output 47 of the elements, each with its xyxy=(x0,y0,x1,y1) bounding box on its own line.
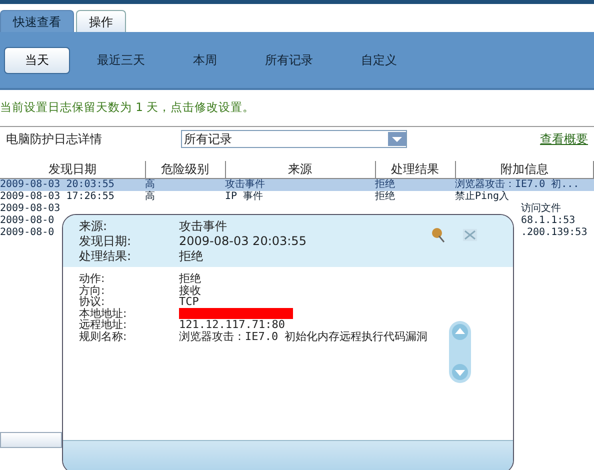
table-cell: 2009-08-0 xyxy=(0,215,54,226)
tab[interactable]: 操作 xyxy=(76,10,126,32)
table-cell: 高 xyxy=(145,179,155,190)
table-cell: 禁止Ping入 xyxy=(455,191,510,202)
field-value: 浏览器攻击：IE7.0 初始化内存远程执行代码漏洞 xyxy=(179,330,428,342)
field-value: TCP xyxy=(179,296,199,308)
table-cell: IP 事件 xyxy=(225,191,264,202)
field-label: 协议: xyxy=(79,296,105,308)
tab[interactable]: 快速查看 xyxy=(0,10,74,32)
scrollbar[interactable] xyxy=(0,432,62,448)
field-label: 规则名称: xyxy=(79,330,127,342)
filter-button[interactable]: 本周 xyxy=(172,46,238,74)
table-cell: 2009-08-03 17:26:55 xyxy=(0,191,114,202)
field-value: 121.12.117.71:80 xyxy=(179,319,285,330)
field-value: 拒绝 xyxy=(179,249,203,264)
field-label: 动作: xyxy=(79,273,105,284)
table-cell: 拒绝 xyxy=(375,191,395,202)
field-value: 接收 xyxy=(179,284,201,296)
table-cell: .200.139:53 xyxy=(521,227,588,238)
filter-button[interactable]: 自定义 xyxy=(340,46,418,74)
table-cell: 68.1.1:53 xyxy=(521,215,576,226)
field-value: 拒绝 xyxy=(179,273,201,284)
field-value: 2009-08-03 20:03:55 xyxy=(179,234,306,249)
field-label: 方向: xyxy=(79,284,105,296)
filter-button[interactable]: 所有记录 xyxy=(244,46,334,74)
filter-dropdown[interactable]: 所有记录 xyxy=(181,130,407,148)
scroll-up-icon[interactable] xyxy=(451,323,469,341)
table-cell: 2009-08-03 xyxy=(0,203,60,214)
field-label: 处理结果: xyxy=(79,249,132,264)
field-label: 来源: xyxy=(79,219,108,234)
table-cell: 2009-08-0 xyxy=(0,227,54,238)
summary-link[interactable]: 查看概要 xyxy=(540,130,588,148)
section-title: 电脑防护日志详情 xyxy=(6,130,103,148)
filter-button[interactable]: 最近三天 xyxy=(76,46,166,74)
table-cell: 2009-08-03 20:03:55 xyxy=(0,179,114,190)
filter-button[interactable]: 当天 xyxy=(4,46,70,74)
table-cell: 攻击事件 xyxy=(225,179,265,190)
notice-text[interactable]: 当前设置日志保留天数为 1 天，点击修改设置。 xyxy=(0,90,594,118)
table-cell: 浏览器攻击：IE7.0 初... xyxy=(455,179,580,190)
table-cell: 拒绝 xyxy=(375,179,395,190)
close-icon[interactable] xyxy=(463,229,477,241)
field-label: 发现日期: xyxy=(79,234,132,249)
field-label: 本地地址: xyxy=(79,308,127,319)
field-label: 远程地址: xyxy=(79,319,127,330)
field-value: 攻击事件 xyxy=(179,219,227,234)
scroll-down-icon[interactable] xyxy=(451,363,469,381)
pin-icon[interactable] xyxy=(431,227,445,243)
